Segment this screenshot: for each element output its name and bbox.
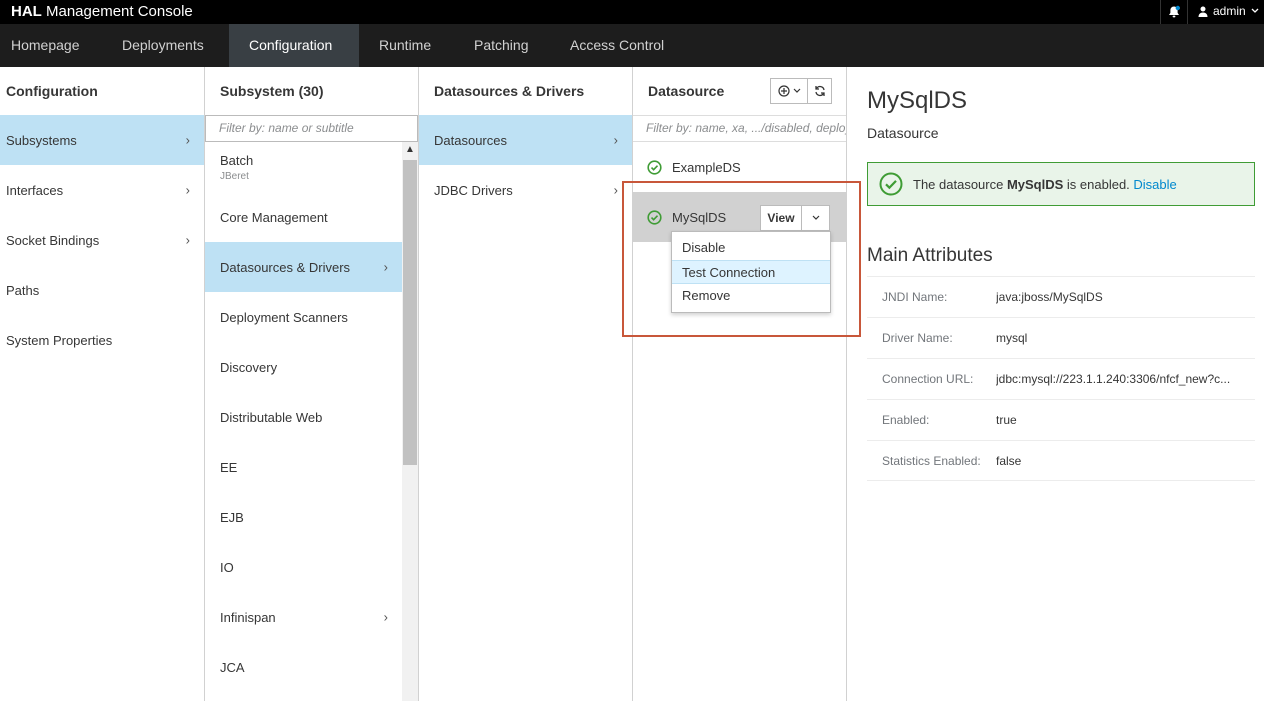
status-alert: The datasource MySqlDS is enabled. Disab…: [867, 162, 1255, 206]
subsystem-item-jca[interactable]: JCA: [205, 642, 402, 692]
chevron-right-icon: ›: [613, 182, 618, 198]
column-title: Subsystem (30): [220, 83, 324, 99]
chevron-down-icon: [1251, 8, 1259, 13]
subsystem-column: Subsystem (30) Filter by: name or subtit…: [205, 67, 419, 701]
config-item-subsystems[interactable]: Subsystems ›: [0, 115, 204, 165]
attributes-list: JNDI Name: java:jboss/MySqlDS Driver Name…: [867, 276, 1255, 481]
datasources-drivers-column: Datasources & Drivers Datasources › JDBC …: [419, 67, 633, 701]
subsystem-item-deployment-scanners[interactable]: Deployment Scanners: [205, 292, 402, 342]
config-item-socket-bindings[interactable]: Socket Bindings ›: [0, 215, 204, 265]
chevron-down-icon: [812, 215, 819, 220]
subsystem-scrollbar-thumb[interactable]: [403, 160, 417, 465]
attribute-row: Enabled: true: [867, 399, 1255, 440]
nav-homepage[interactable]: Homepage: [0, 24, 91, 67]
chevron-right-icon: ›: [383, 609, 388, 625]
column-title: Datasources & Drivers: [434, 83, 585, 99]
subsystem-item-infinispan[interactable]: Infinispan ›: [205, 592, 402, 642]
user-icon: [1198, 6, 1208, 17]
subsystem-filter-input[interactable]: Filter by: name or subtitle: [205, 115, 418, 142]
actions-dropdown-menu: Disable Test Connection Remove: [671, 231, 831, 313]
attribute-row: Statistics Enabled: false: [867, 440, 1255, 481]
refresh-button[interactable]: [808, 78, 832, 104]
nav-deployments[interactable]: Deployments: [111, 24, 215, 67]
ok-status-icon: [647, 159, 662, 175]
actions-dropdown-toggle[interactable]: [802, 205, 830, 231]
subsystem-item-batch[interactable]: Batch JBeret: [205, 142, 402, 192]
chevron-right-icon: ›: [185, 132, 190, 148]
preview-subtitle: Datasource: [867, 125, 939, 141]
subsystem-item-datasources-drivers[interactable]: Datasources & Drivers ›: [205, 242, 402, 292]
main-nav: Homepage Deployments Configuration Runti…: [0, 24, 1264, 67]
view-button[interactable]: View: [760, 205, 802, 231]
plus-circle-icon: [777, 85, 790, 97]
nav-patching[interactable]: Patching: [463, 24, 539, 67]
chevron-right-icon: ›: [185, 232, 190, 248]
section-title: Main Attributes: [867, 245, 993, 266]
chevron-right-icon: ›: [185, 182, 190, 198]
column-title: Configuration: [6, 83, 98, 99]
add-datasource-button[interactable]: [770, 78, 808, 104]
config-item-interfaces[interactable]: Interfaces ›: [0, 165, 204, 215]
datasource-item-exampleds[interactable]: ExampleDS: [633, 142, 846, 192]
top-bar: HAL Management Console admin: [0, 0, 1264, 24]
nav-access-control[interactable]: Access Control: [559, 24, 675, 67]
menu-item-remove[interactable]: Remove: [672, 284, 830, 308]
user-menu[interactable]: admin: [1198, 4, 1259, 18]
alert-text: The datasource MySqlDS is enabled. Disab…: [913, 176, 1177, 192]
mysqlds-action-group: View: [760, 205, 830, 231]
nav-configuration[interactable]: Configuration: [229, 24, 359, 67]
subsystem-item-ee[interactable]: EE: [205, 442, 402, 492]
config-item-system-properties[interactable]: System Properties: [0, 315, 204, 365]
dd-item-datasources[interactable]: Datasources ›: [419, 115, 632, 165]
chevron-down-icon: [793, 88, 800, 93]
config-item-paths[interactable]: Paths: [0, 265, 204, 315]
app-brand[interactable]: HAL Management Console: [11, 3, 193, 20]
subsystem-item-distributable-web[interactable]: Distributable Web: [205, 392, 402, 442]
subsystem-item-discovery[interactable]: Discovery: [205, 342, 402, 392]
preview-title: MySqlDS: [867, 87, 968, 114]
attribute-row: Driver Name: mysql: [867, 317, 1255, 358]
disable-link[interactable]: Disable: [1133, 177, 1176, 192]
datasource-toolbar: [770, 78, 832, 104]
datasource-filter-input[interactable]: Filter by: name, xa, .../disabled, deplo…: [633, 115, 846, 142]
subsystem-item-core-management[interactable]: Core Management: [205, 192, 402, 242]
dd-item-jdbc-drivers[interactable]: JDBC Drivers ›: [419, 165, 632, 215]
configuration-column: Configuration Subsystems › Interfaces › So…: [0, 67, 205, 701]
menu-item-disable[interactable]: Disable: [672, 236, 830, 260]
scroll-up-arrow-icon[interactable]: ▲: [402, 142, 418, 158]
nav-runtime[interactable]: Runtime: [368, 24, 442, 67]
user-name: admin: [1213, 4, 1246, 18]
attribute-row: JNDI Name: java:jboss/MySqlDS: [867, 276, 1255, 317]
chevron-right-icon: ›: [383, 259, 388, 275]
ok-status-icon: [879, 172, 903, 196]
chevron-right-icon: ›: [613, 132, 618, 148]
subsystem-list: Batch JBeret Core Management Datasources …: [205, 142, 402, 692]
attribute-row: Connection URL: jdbc:mysql://223.1.1.240:…: [867, 358, 1255, 399]
refresh-icon: [814, 85, 825, 97]
menu-item-test-connection[interactable]: Test Connection: [672, 260, 830, 284]
ok-status-icon: [647, 209, 662, 225]
preview-pane: MySqlDS Datasource The datasource MySqlD…: [847, 67, 1264, 701]
subsystem-item-ejb[interactable]: EJB: [205, 492, 402, 542]
notifications-bell-icon[interactable]: [1160, 0, 1188, 24]
subsystem-item-io[interactable]: IO: [205, 542, 402, 592]
